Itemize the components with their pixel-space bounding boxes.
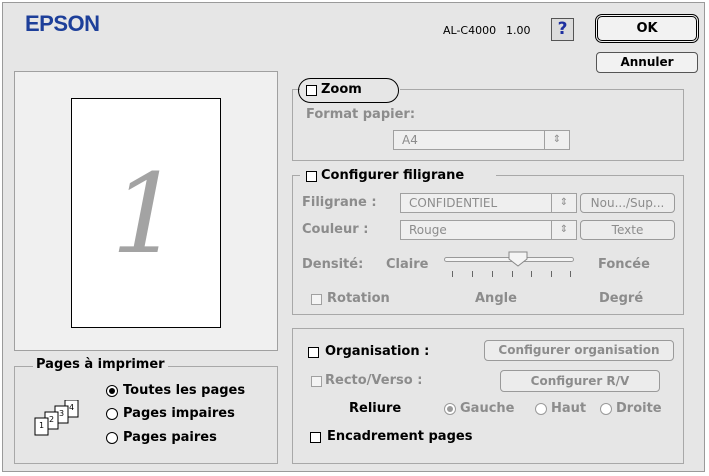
radio-all-pages[interactable] xyxy=(106,385,118,397)
rotation-checkbox[interactable] xyxy=(311,294,322,305)
rotation-label[interactable]: Rotation xyxy=(327,291,390,307)
ok-button[interactable]: OK xyxy=(595,14,699,43)
pages-stack-icon: 4 3 2 1 xyxy=(34,400,79,436)
radio-binding-gauche[interactable] xyxy=(444,403,456,415)
radio-binding-droite[interactable] xyxy=(600,403,612,415)
page-icon-digit: 3 xyxy=(59,409,64,418)
pages-group-title: Pages à imprimer xyxy=(33,357,168,373)
help-button[interactable]: ? xyxy=(551,18,574,41)
recto-verso-label[interactable]: Recto/Verso : xyxy=(325,373,422,389)
couleur-value: Rouge xyxy=(409,223,447,237)
filigrane-value: CONFIDENTIEL xyxy=(409,196,498,210)
binding-droite-label[interactable]: Droite xyxy=(616,401,662,417)
slider-tick xyxy=(531,271,532,277)
updown-arrows-icon: ⇕ xyxy=(551,194,576,212)
filigrane-label: Filigrane : xyxy=(302,195,377,210)
format-papier-label: Format papier: xyxy=(306,107,416,122)
slider-tick xyxy=(551,271,552,277)
claire-label: Claire xyxy=(386,257,429,272)
zoom-label[interactable]: Zoom xyxy=(321,82,362,98)
epson-logo: EPSON xyxy=(25,11,100,36)
radio-even-pages[interactable] xyxy=(106,432,118,444)
foncee-label: Foncée xyxy=(598,257,650,272)
odd-pages-label[interactable]: Pages impaires xyxy=(123,406,235,422)
couleur-select[interactable]: Rouge ⇕ xyxy=(400,220,577,240)
slider-tick xyxy=(512,271,513,277)
format-papier-select[interactable]: A4 ⇕ xyxy=(393,130,570,150)
updown-arrows-icon: ⇕ xyxy=(551,221,576,239)
angle-label: Angle xyxy=(475,291,517,306)
slider-tick xyxy=(472,271,473,277)
dialog-window: EPSON AL-C4000 1.00 ? OK Annuler 1 Pages… xyxy=(2,2,705,472)
page-icon-digit: 1 xyxy=(39,421,44,430)
organisation-checkbox[interactable] xyxy=(308,347,319,358)
densite-label: Densité: xyxy=(302,257,364,272)
page-icon-digit: 2 xyxy=(49,415,54,424)
model-label: AL-C4000 xyxy=(443,24,497,37)
new-delete-button[interactable]: Nou.../Sup... xyxy=(580,193,675,213)
slider-tick xyxy=(452,271,453,277)
encadrement-label[interactable]: Encadrement pages xyxy=(327,429,472,445)
organisation-label[interactable]: Organisation : xyxy=(325,344,429,360)
cancel-button[interactable]: Annuler xyxy=(596,52,698,73)
watermark-label[interactable]: Configurer filigrane xyxy=(321,168,464,184)
page-number: 1 xyxy=(111,150,181,278)
radio-odd-pages[interactable] xyxy=(106,408,118,420)
watermark-checkbox[interactable] xyxy=(306,171,317,182)
page-preview: 1 xyxy=(14,71,278,351)
updown-arrows-icon: ⇕ xyxy=(544,131,569,149)
slider-tick xyxy=(570,271,571,277)
texte-button[interactable]: Texte xyxy=(580,220,675,240)
degre-label: Degré xyxy=(599,291,644,306)
all-pages-label[interactable]: Toutes les pages xyxy=(123,383,245,399)
configurer-rv-button[interactable]: Configurer R/V xyxy=(500,370,660,392)
configurer-organisation-button[interactable]: Configurer organisation xyxy=(484,340,674,361)
radio-binding-haut[interactable] xyxy=(535,403,547,415)
couleur-label: Couleur : xyxy=(302,222,369,237)
preview-page: 1 xyxy=(71,98,221,328)
density-slider-thumb[interactable] xyxy=(508,251,528,267)
filigrane-select[interactable]: CONFIDENTIEL ⇕ xyxy=(400,193,577,213)
binding-haut-label[interactable]: Haut xyxy=(551,401,586,417)
binding-gauche-label[interactable]: Gauche xyxy=(460,401,514,417)
zoom-checkbox[interactable] xyxy=(306,85,317,96)
even-pages-label[interactable]: Pages paires xyxy=(123,430,217,446)
slider-tick xyxy=(492,271,493,277)
format-papier-value: A4 xyxy=(402,133,418,147)
page-icon-digit: 4 xyxy=(69,403,74,412)
reliure-label: Reliure xyxy=(349,401,402,416)
version-label: 1.00 xyxy=(506,24,531,37)
encadrement-checkbox[interactable] xyxy=(310,432,321,443)
recto-verso-checkbox[interactable] xyxy=(311,376,322,387)
